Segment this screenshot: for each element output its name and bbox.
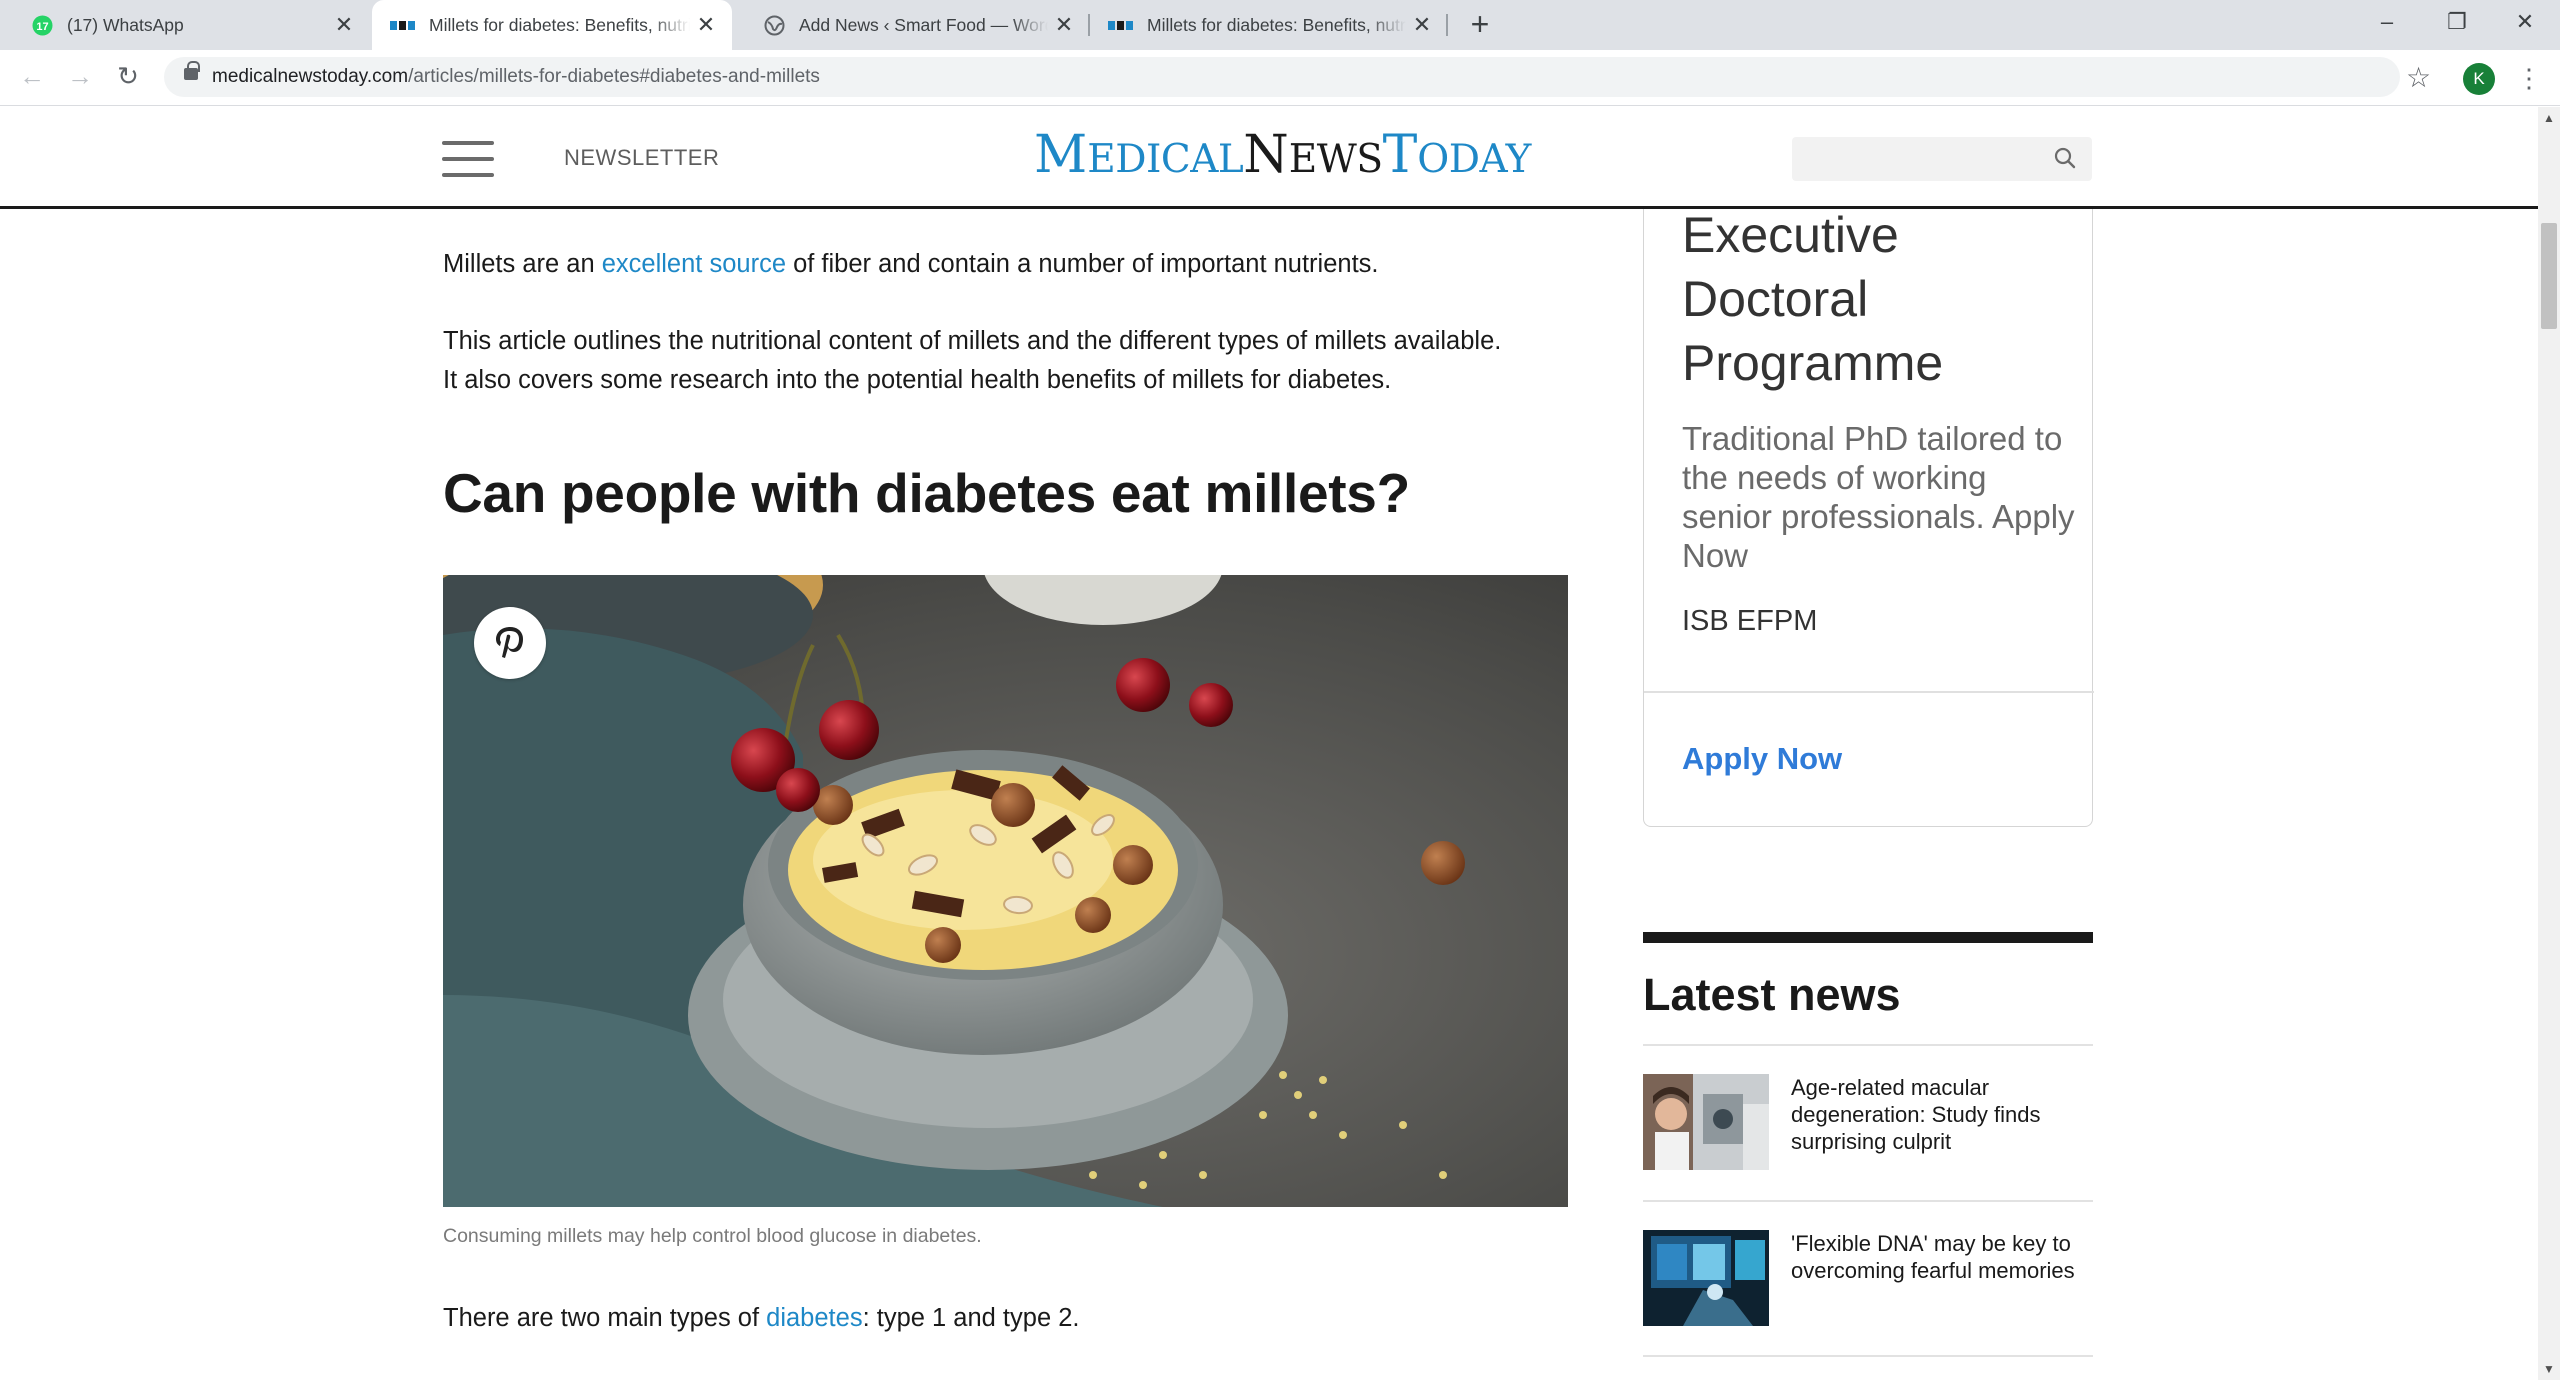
ad-brand: ISB EFPM (1682, 605, 1818, 637)
url-host: medicalnewstoday.com (212, 66, 409, 87)
tab-whatsapp[interactable]: 17 (17) WhatsApp ✕ (0, 0, 370, 50)
page-viewport: Millets are an excellent source of fiber… (0, 107, 2538, 1380)
close-tab-icon[interactable]: ✕ (1406, 12, 1438, 38)
ad-divider (1644, 691, 2094, 693)
whatsapp-badge: 17 (36, 21, 48, 33)
tab-millets-duplicate[interactable]: Millets for diabetes: Benefits, nutritio… (1090, 0, 1448, 50)
millet-porridge-photo (443, 575, 1568, 1207)
latest-news-rule (1643, 932, 2093, 943)
ad-title-line: Executive (1682, 207, 1899, 263)
pinterest-icon (496, 627, 523, 658)
mnt-favicon-icon (1108, 20, 1133, 30)
url-path: /articles/millets-for-diabetes#diabetes-… (408, 66, 820, 87)
news-headline[interactable]: Age-related macular degeneration: Study … (1791, 1074, 2093, 1155)
bookmark-star-icon[interactable]: ☆ (2406, 58, 2431, 98)
news-item[interactable]: Age-related macular degeneration: Study … (1643, 1074, 2093, 1170)
forward-arrow-icon[interactable]: → (60, 56, 100, 96)
reload-icon[interactable]: ↻ (108, 56, 148, 96)
excellent-source-link[interactable]: excellent source (602, 250, 786, 278)
section-heading: Can people with diabetes eat millets? (443, 462, 1410, 524)
divider (1643, 1200, 2093, 1202)
browser-tab-strip: 17 (17) WhatsApp ✕ Millets for diabetes:… (0, 0, 2560, 50)
eye-exam-thumbnail (1643, 1074, 1769, 1170)
minimize-button[interactable]: – (2352, 0, 2422, 50)
restore-button[interactable]: ❐ (2422, 0, 2492, 50)
globe-icon (764, 15, 785, 35)
whatsapp-icon: 17 (32, 15, 53, 35)
close-tab-icon[interactable]: ✕ (690, 12, 722, 38)
logo-letters: EWS (1288, 137, 1383, 182)
news-item[interactable]: 'Flexible DNA' may be key to overcoming … (1643, 1230, 2093, 1326)
apply-now-link[interactable]: Apply Now (1682, 741, 1842, 777)
search-icon[interactable] (2054, 147, 2076, 169)
latest-news-heading: Latest news (1643, 969, 1901, 1020)
page-scrollbar[interactable]: ▲ ▼ (2538, 107, 2560, 1380)
scroll-down-arrow-icon[interactable]: ▼ (2538, 1362, 2560, 1376)
ad-body: Traditional PhD tailored to the needs of… (1682, 420, 2075, 574)
article-paragraph-2-line-1: This article outlines the nutritional co… (443, 327, 1502, 355)
logo-letter: T (1382, 125, 1418, 185)
ad-title-line: Doctoral (1682, 271, 1869, 327)
tab-title: Millets for diabetes: Benefits, nutritio… (429, 14, 690, 35)
logo-letter: M (1034, 125, 1088, 185)
browser-menu-icon[interactable]: ⋮ (2516, 60, 2542, 96)
back-arrow-icon[interactable]: ← (12, 56, 52, 96)
divider (1643, 1355, 2093, 1357)
diabetes-link[interactable]: diabetes (766, 1304, 862, 1332)
ad-title-line: Programme (1682, 335, 1944, 391)
tab-add-news[interactable]: Add News ‹ Smart Food — WordPress ✕ (732, 0, 1090, 50)
logo-letter: N (1243, 125, 1289, 185)
newsletter-link[interactable]: NEWSLETTER (564, 145, 719, 171)
paragraph-text: of fiber and contain a number of importa… (786, 250, 1379, 278)
news-thumbnail[interactable] (1643, 1230, 1769, 1326)
site-search-input[interactable] (1792, 137, 2092, 181)
paragraph-text: Millets are an (443, 250, 602, 278)
close-tab-icon[interactable]: ✕ (1048, 12, 1080, 38)
profile-avatar[interactable]: K (2463, 63, 2495, 95)
news-thumbnail[interactable] (1643, 1074, 1769, 1170)
mnt-favicon-icon (390, 20, 415, 30)
site-logo[interactable]: MEDICALNEWSTODAY (1034, 129, 1531, 181)
lock-icon (184, 61, 200, 80)
close-tab-icon[interactable]: ✕ (328, 12, 360, 38)
url-text[interactable]: medicalnewstoday.com/articles/millets-fo… (212, 57, 820, 97)
tab-title: Add News ‹ Smart Food — WordPress (799, 14, 1048, 35)
divider (1643, 1044, 2093, 1046)
tab-title: (17) WhatsApp (67, 14, 184, 35)
ad-card[interactable]: Executive Doctoral Programme Traditional… (1643, 107, 2094, 827)
lab-screen-thumbnail (1643, 1230, 1769, 1326)
logo-letters: ODAY (1417, 137, 1531, 182)
site-header: NEWSLETTER MEDICALNEWSTODAY (0, 107, 2538, 209)
news-headline[interactable]: 'Flexible DNA' may be key to overcoming … (1791, 1230, 2093, 1284)
tab-title: Millets for diabetes: Benefits, nutritio… (1147, 14, 1406, 35)
image-caption: Consuming millets may help control blood… (443, 1225, 982, 1247)
browser-toolbar: ← → ↻ medicalnewstoday.com/articles/mill… (0, 50, 2560, 106)
paragraph-text: : type 1 and type 2. (862, 1304, 1080, 1332)
scrollbar-thumb[interactable] (2541, 223, 2557, 329)
address-bar[interactable]: medicalnewstoday.com/articles/millets-fo… (164, 57, 2400, 97)
hero-image (443, 575, 1568, 1207)
logo-letters: EDICAL (1087, 137, 1244, 182)
pinterest-share-button[interactable] (474, 607, 546, 679)
article-paragraph-3: There are two main types of diabetes: ty… (443, 1299, 1079, 1338)
hamburger-menu-icon[interactable] (442, 141, 494, 177)
paragraph-text: There are two main types of (443, 1304, 767, 1332)
article-paragraph-2-line-2: It also covers some research into the po… (443, 366, 1392, 394)
article-paragraph-1: Millets are an excellent source of fiber… (443, 245, 1379, 284)
new-tab-button[interactable]: + (1460, 0, 1500, 50)
window-close-button[interactable]: ✕ (2490, 0, 2560, 50)
tab-millets-active[interactable]: Millets for diabetes: Benefits, nutritio… (372, 0, 732, 50)
ad-title: Executive Doctoral Programme (1682, 203, 2082, 395)
scroll-up-arrow-icon[interactable]: ▲ (2538, 111, 2560, 125)
tab-separator (1446, 14, 1448, 36)
